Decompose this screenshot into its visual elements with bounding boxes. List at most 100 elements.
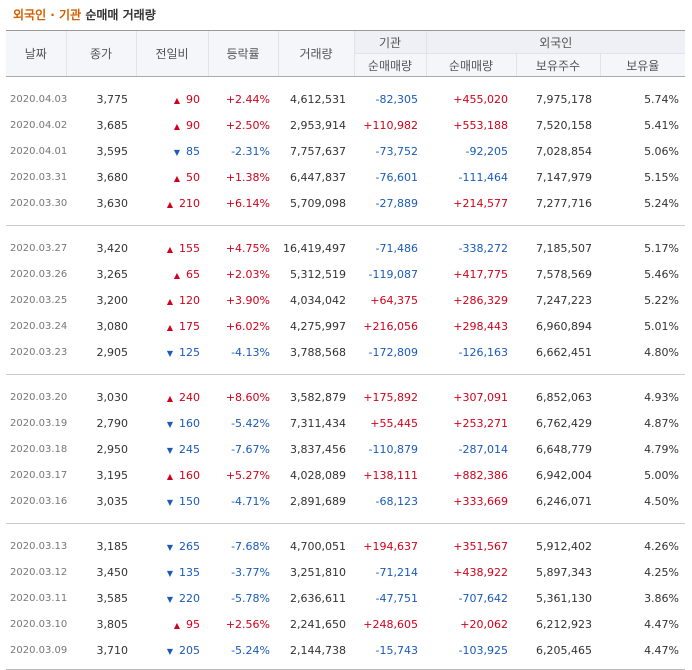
cell-date: 2020.03.10 xyxy=(10,618,68,630)
col-ratio: 보유율 xyxy=(599,53,686,77)
cell-inst-net: -15,743 xyxy=(375,643,418,657)
cell-foreign-net: +455,020 xyxy=(453,92,508,106)
triangle-down-icon: ▼ xyxy=(166,542,173,552)
cell-rate: -3.77% xyxy=(231,565,270,579)
cell-change: ▲ 90 xyxy=(136,112,208,138)
cell-close: 3,185 xyxy=(96,539,129,553)
col-volume: 거래량 xyxy=(277,30,354,77)
change-value: 155 xyxy=(179,241,200,255)
table-row: 2020.03.13 3,185 ▼ 265 -7.68% 4,700,051 +194,6… xyxy=(6,533,685,559)
cell-change: ▲ 90 xyxy=(136,86,208,112)
section-title: 외국인 · 기관 순매매 거래량 xyxy=(0,0,692,30)
table-row: 2020.03.26 3,265 ▲ 65 +2.03% 5,312,519 -119,08… xyxy=(6,261,685,287)
separator-cell xyxy=(6,514,686,524)
cell-close: 3,035 xyxy=(96,494,129,508)
cell-change: ▼ 265 xyxy=(136,533,208,559)
triangle-up-icon: ▲ xyxy=(173,95,180,105)
cell-close: 3,265 xyxy=(96,267,129,281)
cell-rate: -5.42% xyxy=(231,416,270,430)
cell-change: ▼ 135 xyxy=(136,559,208,585)
cell-change: ▲ 210 xyxy=(136,190,208,216)
cell-rate: -4.13% xyxy=(231,345,270,359)
cell-volume: 2,144,738 xyxy=(290,643,346,657)
cell-rate: -7.68% xyxy=(231,539,270,553)
cell-volume: 3,582,879 xyxy=(290,390,346,404)
cell-ratio: 4.80% xyxy=(644,345,680,359)
group-separator xyxy=(6,663,686,670)
cell-inst-net: -71,486 xyxy=(375,241,418,255)
change-value: 220 xyxy=(179,591,200,605)
cell-inst-net: -172,809 xyxy=(368,345,418,359)
cell-inst-net: +216,056 xyxy=(363,319,418,333)
cell-ratio: 4.50% xyxy=(644,494,680,508)
change-value: 65 xyxy=(186,267,200,281)
table-row: 2020.03.19 2,790 ▼ 160 -5.42% 7,311,434 +55,44… xyxy=(6,410,685,436)
spacer-cell xyxy=(6,226,685,236)
cell-holdings: 5,361,130 xyxy=(536,591,592,605)
group-separator xyxy=(6,365,686,375)
cell-date: 2020.03.31 xyxy=(10,171,68,183)
cell-date: 2020.03.24 xyxy=(10,320,68,332)
cell-close: 3,195 xyxy=(96,468,129,482)
cell-holdings: 6,960,894 xyxy=(536,319,592,333)
cell-date: 2020.03.27 xyxy=(10,242,68,254)
cell-foreign-net: +333,669 xyxy=(453,494,508,508)
table-row: 2020.03.18 2,950 ▼ 245 -7.67% 3,837,456 -110,8… xyxy=(6,436,685,462)
col-foreign-net: 순매매량 xyxy=(425,53,516,77)
cell-foreign-net: +351,567 xyxy=(453,539,508,553)
cell-inst-net: -47,751 xyxy=(375,591,418,605)
cell-volume: 3,788,568 xyxy=(290,345,346,359)
cell-ratio: 5.00% xyxy=(644,468,680,482)
triangle-down-icon: ▼ xyxy=(166,497,173,507)
table-row: 2020.03.16 3,035 ▼ 150 -4.71% 2,891,689 -68,12… xyxy=(6,488,685,514)
cell-holdings: 6,212,923 xyxy=(536,617,592,631)
triangle-up-icon: ▲ xyxy=(173,620,180,630)
cell-inst-net: -82,305 xyxy=(375,92,418,106)
cell-foreign-net: +286,329 xyxy=(453,293,508,307)
col-rate: 등락률 xyxy=(207,30,278,77)
change-value: 50 xyxy=(186,170,200,184)
cell-volume: 7,757,637 xyxy=(290,144,346,158)
table-row: 2020.03.31 3,680 ▲ 50 +1.38% 6,447,837 -76,601… xyxy=(6,164,685,190)
cell-foreign-net: +553,188 xyxy=(453,118,508,132)
title-main: 순매매 거래량 xyxy=(85,8,156,22)
group-separator xyxy=(6,216,686,226)
cell-rate: +2.03% xyxy=(225,267,270,281)
cell-ratio: 4.25% xyxy=(644,565,680,579)
cell-inst-net: -68,123 xyxy=(375,494,418,508)
cell-volume: 3,251,810 xyxy=(290,565,346,579)
cell-foreign-net: +298,443 xyxy=(453,319,508,333)
change-value: 90 xyxy=(186,92,200,106)
table-row: 2020.03.10 3,805 ▲ 95 +2.56% 2,241,650 +248,60… xyxy=(6,611,685,637)
cell-change: ▼ 150 xyxy=(136,488,208,514)
cell-holdings: 5,912,402 xyxy=(536,539,592,553)
cell-volume: 2,891,689 xyxy=(290,494,346,508)
table-row: 2020.03.11 3,585 ▼ 220 -5.78% 2,636,611 -47,75… xyxy=(6,585,685,611)
cell-rate: +6.14% xyxy=(225,196,270,210)
cell-date: 2020.03.19 xyxy=(10,417,68,429)
table-row: 2020.03.25 3,200 ▲ 120 +3.90% 4,034,042 +64,37… xyxy=(6,287,685,313)
cell-volume: 6,447,837 xyxy=(290,170,346,184)
cell-ratio: 4.26% xyxy=(644,539,680,553)
triangle-down-icon: ▼ xyxy=(166,594,173,604)
table-row: 2020.03.30 3,630 ▲ 210 +6.14% 5,709,098 -27,88… xyxy=(6,190,685,216)
cell-rate: +1.38% xyxy=(225,170,270,184)
cell-close: 3,080 xyxy=(96,319,129,333)
cell-date: 2020.03.30 xyxy=(10,197,68,209)
cell-holdings: 7,520,158 xyxy=(536,118,592,132)
triangle-up-icon: ▲ xyxy=(166,322,173,332)
cell-change: ▲ 240 xyxy=(136,384,208,410)
cell-close: 3,200 xyxy=(96,293,129,307)
cell-inst-net: -27,889 xyxy=(375,196,418,210)
cell-ratio: 4.79% xyxy=(644,442,680,456)
cell-ratio: 5.17% xyxy=(644,241,680,255)
cell-rate: -2.31% xyxy=(231,144,270,158)
change-value: 210 xyxy=(179,196,200,210)
cell-volume: 2,241,650 xyxy=(290,617,346,631)
cell-rate: -5.78% xyxy=(231,591,270,605)
col-close: 종가 xyxy=(65,30,136,77)
cell-foreign-net: -126,163 xyxy=(458,345,508,359)
cell-volume: 3,837,456 xyxy=(290,442,346,456)
change-value: 245 xyxy=(179,442,200,456)
cell-holdings: 6,246,071 xyxy=(536,494,592,508)
